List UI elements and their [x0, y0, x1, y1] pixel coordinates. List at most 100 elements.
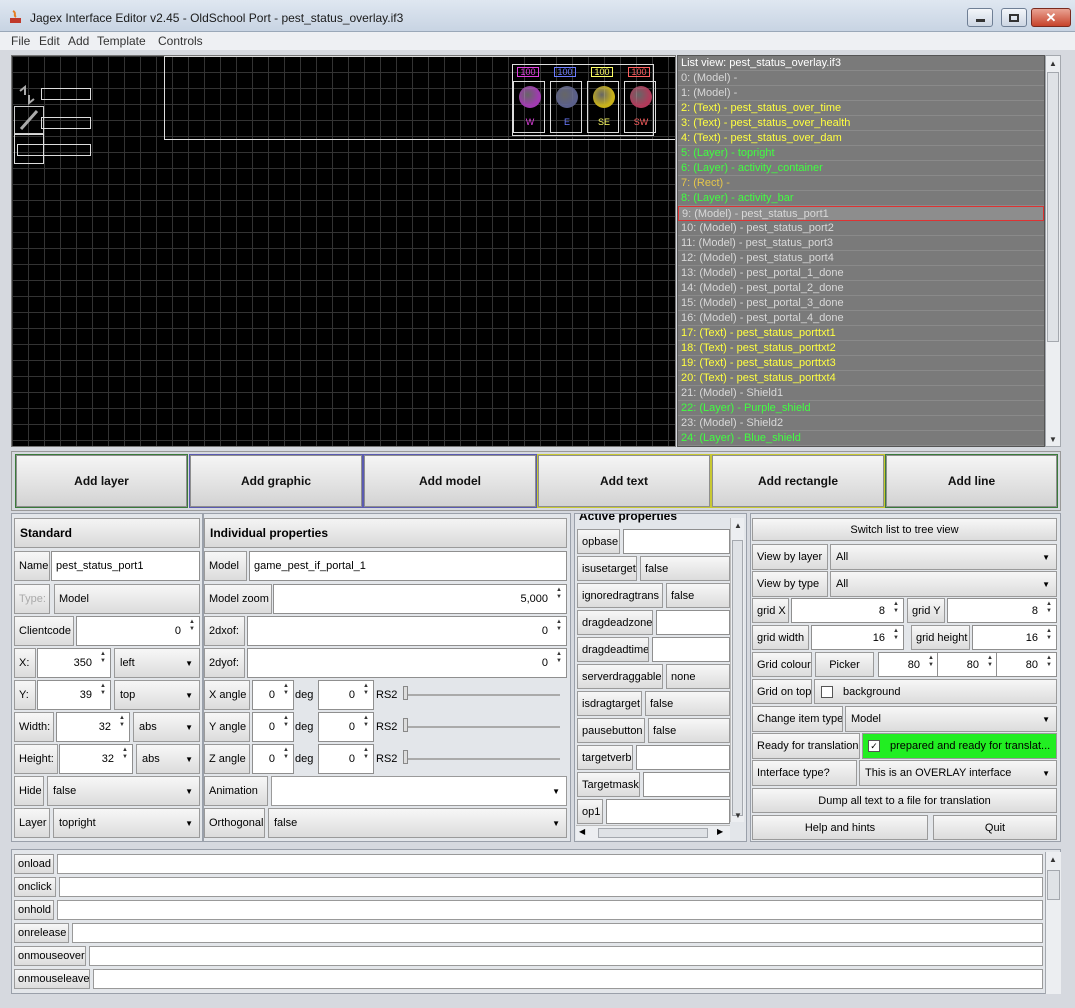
- spinner-arrows-icon[interactable]: ▲ ▼: [890, 601, 902, 620]
- bar-placeholder[interactable]: [41, 88, 91, 100]
- view-by-layer-dropdown[interactable]: All ▼: [830, 544, 1057, 570]
- list-item[interactable]: 16: (Model) - pest_portal_4_done: [678, 311, 1044, 326]
- scroll-down-icon[interactable]: ▼: [1046, 432, 1060, 446]
- list-item[interactable]: 23: (Model) - Shield2: [678, 416, 1044, 431]
- clientcode-spinner[interactable]: 0 ▲ ▼: [76, 616, 200, 646]
- list-item-selected[interactable]: 9: (Model) - pest_status_port1: [678, 206, 1044, 221]
- x-angle-rs2-spinner[interactable]: 0 ▲ ▼: [318, 680, 374, 710]
- menu-controls[interactable]: Controls: [158, 34, 203, 48]
- list-item[interactable]: 11: (Model) - pest_status_port3: [678, 236, 1044, 251]
- spinner-arrows-icon[interactable]: ▲ ▼: [890, 628, 902, 647]
- maximize-button[interactable]: [1001, 8, 1027, 27]
- onmouseleave-button[interactable]: onmouseleave: [14, 969, 90, 989]
- spinner-arrows-icon[interactable]: ▲ ▼: [1043, 628, 1055, 647]
- minimize-button[interactable]: [967, 8, 993, 27]
- bar-placeholder[interactable]: [17, 144, 91, 156]
- active-targetverb-field[interactable]: [636, 745, 730, 770]
- hide-dropdown[interactable]: false ▼: [47, 776, 200, 806]
- add-line-button[interactable]: Add line: [885, 454, 1058, 508]
- spinner-arrows-icon[interactable]: ▲ ▼: [97, 651, 109, 675]
- onclick-button[interactable]: onclick: [14, 877, 56, 897]
- grid-height-spinner[interactable]: 16 ▲ ▼: [972, 625, 1057, 650]
- list-item[interactable]: 4: (Text) - pest_status_over_dam: [678, 131, 1044, 146]
- active-targetmask-field[interactable]: [643, 772, 730, 797]
- bar-placeholder[interactable]: [41, 117, 91, 129]
- list-item[interactable]: 7: (Rect) -: [678, 176, 1044, 191]
- spinner-arrows-icon[interactable]: ▲ ▼: [116, 715, 128, 739]
- scroll-left-icon[interactable]: ◀: [579, 827, 585, 836]
- onrelease-button[interactable]: onrelease: [14, 923, 69, 943]
- active-serverdraggable-dropdown[interactable]: none: [666, 664, 730, 689]
- x-spinner[interactable]: 350 ▲ ▼: [37, 648, 111, 678]
- list-item[interactable]: 21: (Model) - Shield1: [678, 386, 1044, 401]
- active-dragdeadtime-field[interactable]: [652, 637, 730, 662]
- dump-text-button[interactable]: Dump all text to a file for translation: [752, 788, 1057, 813]
- menu-file[interactable]: File: [11, 34, 30, 48]
- z-angle-slider-thumb[interactable]: [403, 750, 408, 764]
- onmouseover-button[interactable]: onmouseover: [14, 946, 86, 966]
- scroll-thumb[interactable]: [1047, 870, 1060, 900]
- grid-red-spinner[interactable]: 80 ▲ ▼: [878, 652, 939, 677]
- width-mode-dropdown[interactable]: abs ▼: [133, 712, 200, 742]
- model-field[interactable]: game_pest_if_portal_1: [249, 551, 567, 581]
- grid-green-spinner[interactable]: 80 ▲ ▼: [937, 652, 998, 677]
- list-item[interactable]: 0: (Model) -: [678, 71, 1044, 86]
- list-item[interactable]: 13: (Model) - pest_portal_1_done: [678, 266, 1044, 281]
- list-item[interactable]: 14: (Model) - pest_portal_2_done: [678, 281, 1044, 296]
- spinner-arrows-icon[interactable]: ▲ ▼: [1043, 601, 1055, 620]
- active-opbase-field[interactable]: [623, 529, 730, 554]
- list-item[interactable]: 8: (Layer) - activity_bar: [678, 191, 1044, 206]
- events-vscroll[interactable]: ▲: [1045, 852, 1061, 994]
- add-text-button[interactable]: Add text: [537, 454, 711, 508]
- layer-dropdown[interactable]: topright ▼: [53, 808, 200, 838]
- add-rectangle-button[interactable]: Add rectangle: [711, 454, 885, 508]
- add-graphic-button[interactable]: Add graphic: [189, 454, 363, 508]
- switch-tree-view-button[interactable]: Switch list to tree view: [752, 518, 1057, 541]
- y-spinner[interactable]: 39 ▲ ▼: [37, 680, 111, 710]
- onclick-field[interactable]: [59, 877, 1043, 897]
- height-spinner[interactable]: 32 ▲ ▼: [59, 744, 133, 774]
- spinner-arrows-icon[interactable]: ▲ ▼: [360, 715, 372, 739]
- scroll-up-icon[interactable]: ▲: [1046, 852, 1060, 866]
- onload-button[interactable]: onload: [14, 854, 54, 874]
- grid-y-spinner[interactable]: 8 ▲ ▼: [947, 598, 1057, 623]
- list-item[interactable]: 15: (Model) - pest_portal_3_done: [678, 296, 1044, 311]
- x-angle-slider[interactable]: [404, 694, 560, 696]
- change-item-type-dropdown[interactable]: Model ▼: [845, 706, 1057, 732]
- add-layer-button[interactable]: Add layer: [15, 454, 188, 508]
- active-dragdeadzone-field[interactable]: [656, 610, 730, 635]
- scroll-thumb[interactable]: [598, 828, 708, 838]
- spinner-arrows-icon[interactable]: ▲ ▼: [360, 683, 372, 707]
- scroll-up-icon[interactable]: ▲: [731, 518, 745, 532]
- portal-shield-slot[interactable]: E: [550, 81, 582, 133]
- active-pausebutton-dropdown[interactable]: false: [648, 718, 730, 743]
- list-item[interactable]: 17: (Text) - pest_status_porttxt1: [678, 326, 1044, 341]
- grid-x-spinner[interactable]: 8 ▲ ▼: [791, 598, 904, 623]
- menu-template[interactable]: Template: [97, 34, 146, 48]
- spinner-arrows-icon[interactable]: ▲ ▼: [553, 587, 565, 611]
- spinner-arrows-icon[interactable]: ▲ ▼: [925, 655, 937, 674]
- scroll-down-icon[interactable]: ▼: [731, 808, 745, 822]
- list-item[interactable]: 10: (Model) - pest_status_port2: [678, 221, 1044, 236]
- close-button[interactable]: ✕: [1031, 8, 1071, 27]
- grid-blue-spinner[interactable]: 80 ▲ ▼: [996, 652, 1057, 677]
- orthogonal-dropdown[interactable]: false ▼: [268, 808, 567, 838]
- active-ignoredragtrans-dropdown[interactable]: false: [666, 583, 730, 608]
- spinner-arrows-icon[interactable]: ▲ ▼: [1043, 655, 1055, 674]
- active-op1-field[interactable]: [606, 799, 730, 824]
- spinner-arrows-icon[interactable]: ▲ ▼: [97, 683, 109, 707]
- design-canvas[interactable]: 100 W 100 E 100 SE 100 SW: [11, 55, 676, 447]
- portal-shield-slot[interactable]: SE: [587, 81, 619, 133]
- view-by-type-dropdown[interactable]: All ▼: [830, 571, 1057, 597]
- list-item[interactable]: 19: (Text) - pest_status_porttxt3: [678, 356, 1044, 371]
- spinner-arrows-icon[interactable]: ▲ ▼: [119, 747, 131, 771]
- onhold-field[interactable]: [57, 900, 1043, 920]
- active-hscroll[interactable]: ◀ ▶: [576, 825, 730, 840]
- x-angle-deg-spinner[interactable]: 0 ▲ ▼: [252, 680, 294, 710]
- list-item[interactable]: 24: (Layer) - Blue_shield: [678, 431, 1044, 446]
- x-angle-slider-thumb[interactable]: [403, 686, 408, 700]
- active-vscroll[interactable]: ▲ ▼: [730, 518, 744, 822]
- z-angle-rs2-spinner[interactable]: 0 ▲ ▼: [318, 744, 374, 774]
- name-field[interactable]: pest_status_port1: [51, 551, 200, 581]
- spinner-arrows-icon[interactable]: ▲ ▼: [553, 619, 565, 643]
